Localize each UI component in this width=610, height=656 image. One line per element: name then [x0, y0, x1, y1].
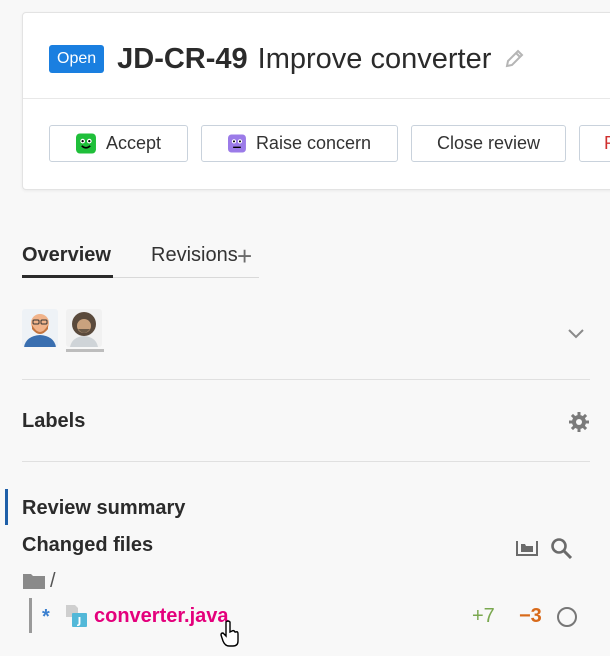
review-id[interactable]: JD-CR-49 [117, 43, 248, 76]
search-icon[interactable] [550, 537, 574, 559]
header-divider [23, 98, 610, 99]
active-tab-indicator [22, 275, 113, 278]
tree-indent-line [29, 598, 32, 633]
avatar-curly-hair[interactable] [66, 309, 102, 347]
lines-removed: −3 [519, 605, 542, 627]
modified-marker: * [42, 606, 50, 628]
raise-concern-label: Raise concern [255, 133, 371, 153]
labels-heading: Labels [22, 410, 86, 432]
close-review-button[interactable]: Close review [411, 125, 566, 162]
svg-text:J: J [77, 616, 82, 627]
section-marker [5, 489, 8, 525]
file-reviewed-toggle[interactable] [557, 607, 577, 627]
reopen-button[interactable]: R [579, 125, 610, 162]
lines-added: +7 [472, 605, 495, 627]
review-actions: Accept Raise concern Close review R [49, 125, 610, 162]
folder-icon [23, 574, 45, 589]
review-header-card: Open JD-CR-49 Improve converter Accept R… [22, 12, 610, 190]
review-tabs: Overview Revisions + [22, 243, 259, 278]
chevron-down-icon[interactable] [566, 326, 586, 340]
section-divider [22, 379, 590, 380]
gear-icon[interactable] [568, 411, 590, 433]
add-revision-icon[interactable]: + [237, 243, 252, 269]
green-smile-face-icon [76, 133, 96, 154]
changed-files-heading[interactable]: Changed files [22, 534, 153, 557]
review-title-row: Open JD-CR-49 Improve converter [49, 39, 525, 79]
raise-concern-button[interactable]: Raise concern [201, 125, 398, 162]
file-link[interactable]: converter.java [94, 605, 229, 628]
tab-overview[interactable]: Overview [22, 243, 111, 267]
purple-worried-face-icon [228, 134, 246, 153]
accept-label: Accept [105, 133, 161, 153]
edit-pencil-icon[interactable] [503, 48, 525, 70]
status-badge: Open [49, 45, 105, 73]
hand-cursor-icon [220, 620, 239, 647]
close-review-label: Close review [436, 133, 541, 153]
review-title: Improve converter [257, 42, 492, 75]
review-summary-heading[interactable]: Review summary [22, 497, 185, 520]
root-path[interactable]: / [50, 570, 56, 593]
accept-button[interactable]: Accept [49, 125, 188, 162]
avatar-underline [66, 349, 104, 352]
folder-tree-icon[interactable] [515, 538, 539, 558]
tab-revisions[interactable]: Revisions [151, 243, 238, 267]
section-divider [22, 461, 590, 462]
avatar-bald-bearded[interactable] [22, 309, 58, 347]
java-file-icon: J [66, 605, 87, 627]
reopen-label: R [604, 133, 610, 154]
